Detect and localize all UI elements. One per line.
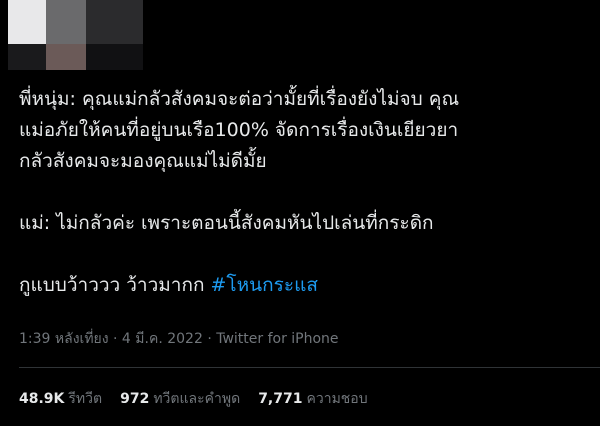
tweet-line: แม่อภัยให้คนที่อยู่บนเรือ100% จัดการเรื่… xyxy=(19,119,459,141)
retweets-stat[interactable]: 48.9K รีทวีต xyxy=(19,388,102,410)
retweets-label: รีทวีต xyxy=(68,391,103,407)
tweet-text: พี่หนุ่ม: คุณแม่กลัวสังคมจะต่อว่ามั้ยที่… xyxy=(19,84,589,301)
likes-count: 7,771 xyxy=(258,391,303,407)
tweet-line-last: กูแบบว้าววว ว้าวมากก #โหนกระแส xyxy=(19,270,589,301)
quotes-count: 972 xyxy=(120,391,150,407)
retweets-count: 48.9K xyxy=(19,391,65,407)
quotes-label: ทวีตและคำพูด xyxy=(153,391,241,407)
blurred-avatar[interactable] xyxy=(8,0,143,70)
quotes-stat[interactable]: 972 ทวีตและคำพูด xyxy=(120,388,240,410)
avatar-pixel xyxy=(86,44,143,70)
likes-label: ความชอบ xyxy=(306,391,368,407)
tweet-line: กลัวสังคมจะมองคุณแม่ไม่ดีมั้ย xyxy=(19,150,267,172)
avatar-pixel xyxy=(8,44,46,70)
tweet-stats: 48.9K รีทวีต 972 ทวีตและคำพูด 7,771 ความชอบ xyxy=(19,388,368,410)
tweet-line: พี่หนุ่ม: คุณแม่กลัวสังคมจะต่อว่ามั้ยที่… xyxy=(19,88,460,110)
hashtag-link[interactable]: #โหนกระแส xyxy=(211,274,318,296)
tweet-line: กูแบบว้าววว ว้าวมากก xyxy=(19,274,205,296)
likes-stat[interactable]: 7,771 ความชอบ xyxy=(258,388,367,410)
avatar-pixel xyxy=(46,44,86,70)
avatar-pixel xyxy=(8,0,46,44)
avatar-pixel xyxy=(46,0,86,44)
tweet-timestamp[interactable]: 1:39 หลังเที่ยง · 4 มี.ค. 2022 · Twitter… xyxy=(19,328,339,350)
avatar-pixel xyxy=(86,0,143,44)
tweet-line: แม่: ไม่กลัวค่ะ เพราะตอนนี้สังคมหันไปเล่… xyxy=(19,212,434,234)
divider xyxy=(19,367,600,368)
